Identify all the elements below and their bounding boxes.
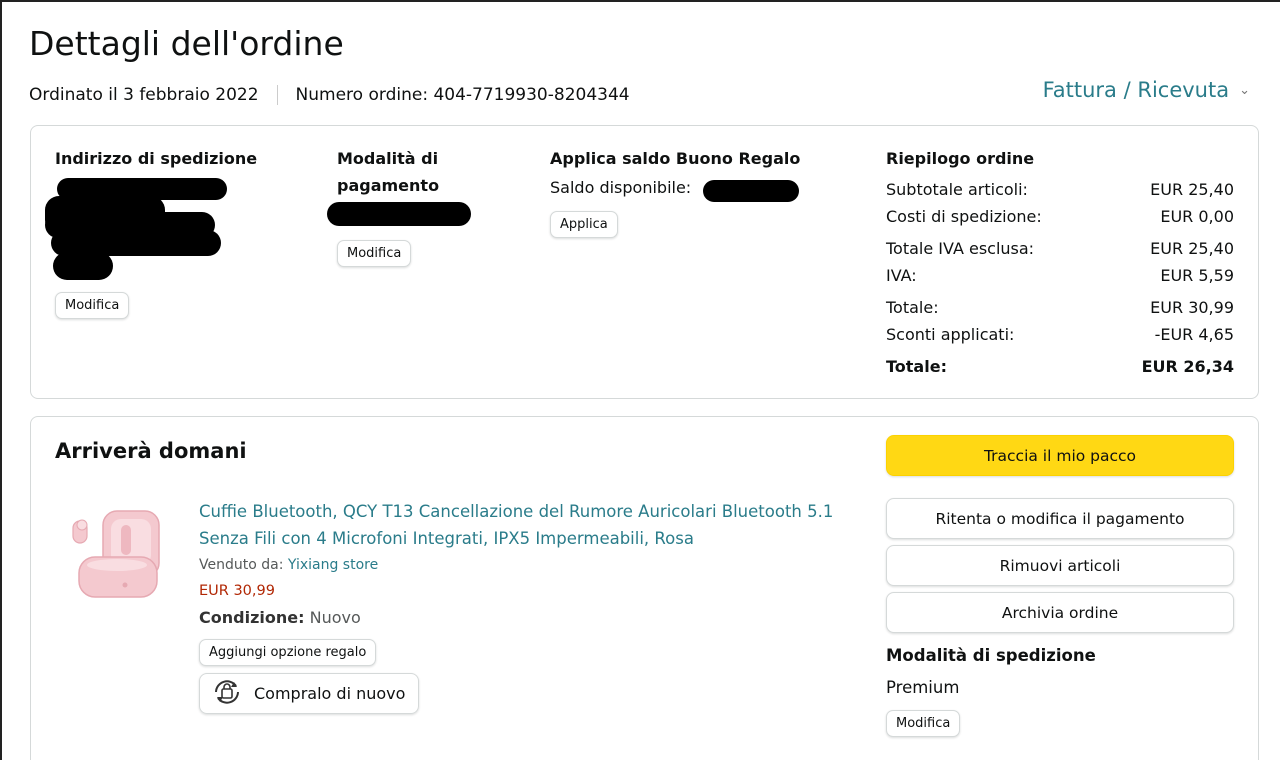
summary-grand-total: Totale: EUR 26,34 [886,357,1234,376]
order-number: Numero ordine: 404-7719930-8204344 [295,85,630,105]
seller-link[interactable]: Yixiang store [288,557,378,573]
add-gift-option-button[interactable]: Aggiungi opzione regalo [199,639,377,666]
buy-again-button[interactable]: Compralo di nuovo [199,673,419,714]
buy-again-label: Compralo di nuovo [254,684,406,703]
track-package-button[interactable]: Traccia il mio pacco [886,435,1234,476]
delivery-status: Arriverà domani [55,439,247,463]
gift-card-balance-label: Saldo disponibile: [550,178,692,197]
shipping-address-title: Indirizzo di spedizione [55,149,258,168]
summary-row: IVA: EUR 5,59 [886,266,1234,285]
order-meta: Ordinato il 3 febbraio 2022 Numero ordin… [29,85,630,105]
edit-shipping-method-button[interactable]: Modifica [886,710,961,737]
remove-items-button[interactable]: Rimuovi articoli [886,545,1234,586]
product-title-link[interactable]: Cuffie Bluetooth, QCY T13 Cancellazione … [199,498,839,552]
order-summary-title: Riepilogo ordine [886,149,1035,168]
reorder-icon [210,675,244,713]
shipment-card: Arriverà domani Cuffie Bluetooth, QCY T1… [30,416,1259,760]
sold-by: Venduto da: Yixiang store [199,557,379,573]
gift-card-title: Applica saldo Buono Regalo [550,149,801,168]
divider [276,85,278,105]
page-title: Dettagli dell'ordine [29,24,344,63]
product-price: EUR 30,99 [199,583,275,599]
order-date: Ordinato il 3 febbraio 2022 [29,85,259,105]
redacted-payment [327,202,471,226]
chevron-down-icon: ⌄ [1239,82,1250,98]
invoice-dropdown[interactable]: Fattura / Ricevuta ⌄ [1043,78,1250,102]
redacted-balance [703,180,799,202]
retry-payment-button[interactable]: Ritenta o modifica il pagamento [886,498,1234,539]
product-condition: Condizione: Nuovo [199,608,361,627]
invoice-label: Fattura / Ricevuta [1042,78,1230,102]
archive-order-button[interactable]: Archivia ordine [886,592,1234,633]
product-image[interactable] [71,499,161,609]
shipping-method-value: Premium [886,678,960,697]
summary-row: Costi di spedizione: EUR 0,00 [886,207,1234,226]
summary-row: Subtotale articoli: EUR 25,40 [886,180,1234,199]
payment-method-title: Modalità di pagamento [337,149,440,195]
summary-row: Totale IVA esclusa: EUR 25,40 [886,239,1234,258]
apply-gift-card-button[interactable]: Applica [550,211,618,238]
edit-address-button[interactable]: Modifica [55,292,130,319]
order-info-card: Indirizzo di spedizione Modifica Modalit… [30,125,1259,399]
summary-row: Totale: EUR 30,99 [886,298,1234,317]
shipping-method-title: Modalità di spedizione [886,646,1096,665]
summary-row: Sconti applicati: -EUR 4,65 [886,325,1234,344]
edit-payment-button[interactable]: Modifica [337,240,412,267]
